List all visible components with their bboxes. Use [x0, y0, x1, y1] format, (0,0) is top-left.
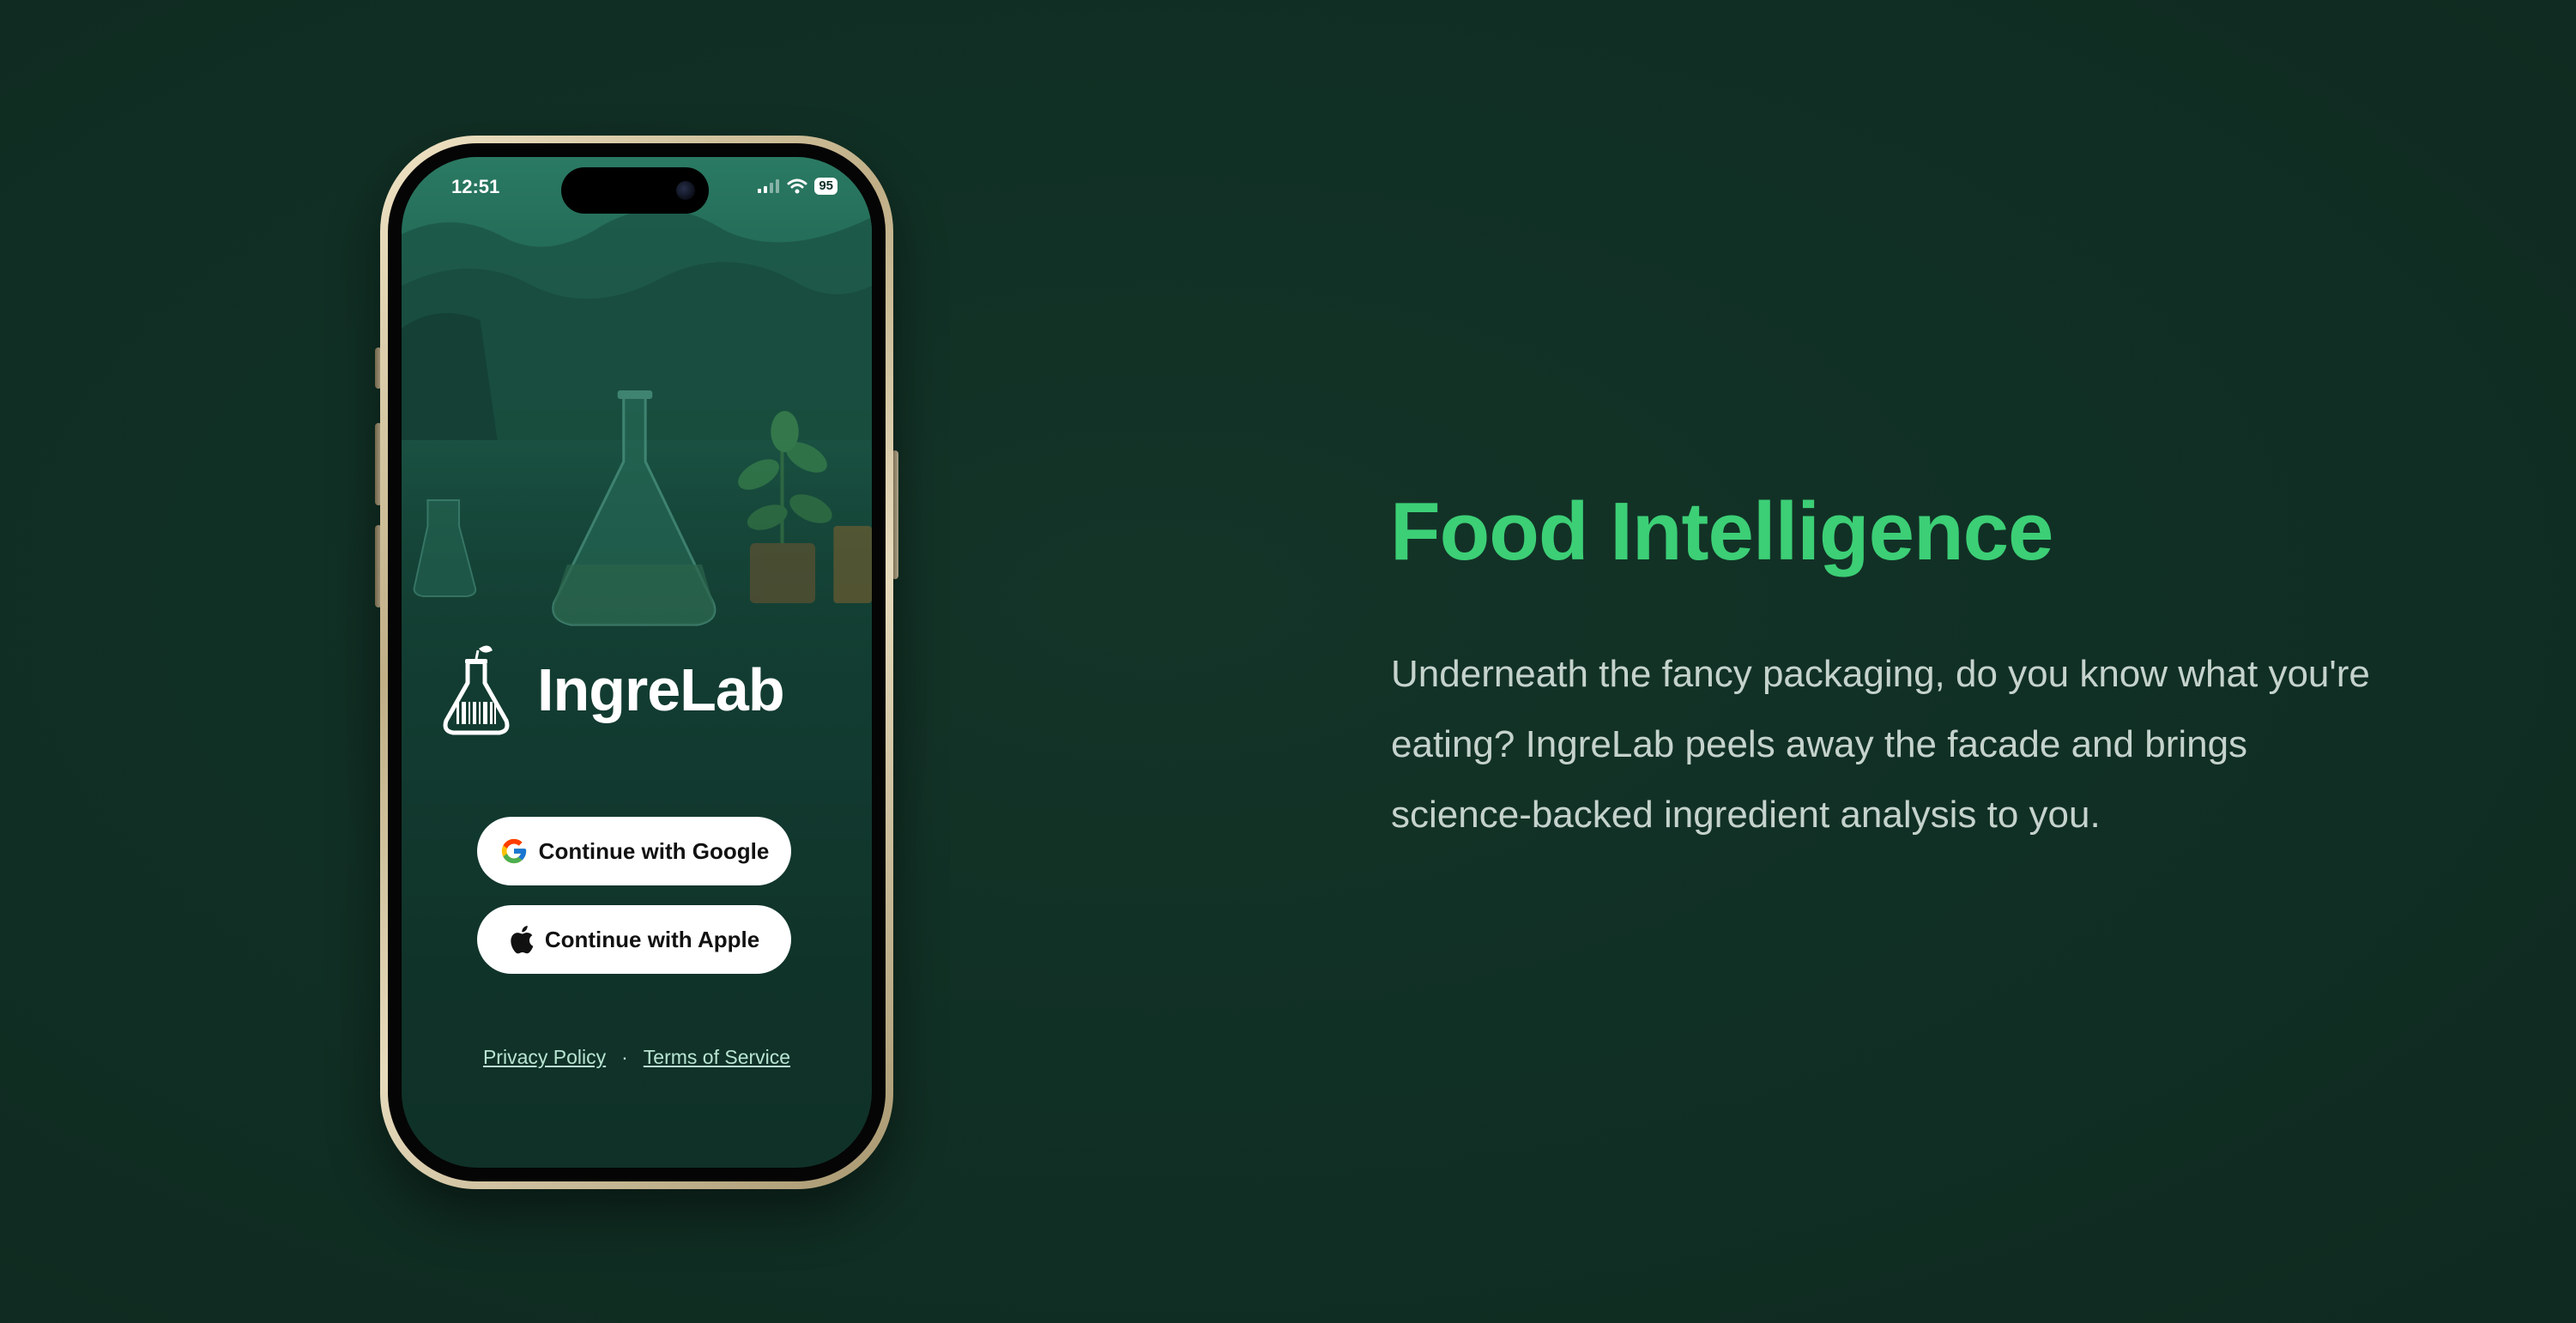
google-button-label: Continue with Google — [538, 837, 770, 864]
signal-icon — [758, 179, 780, 193]
link-separator: · — [621, 1046, 628, 1068]
continue-with-apple-button[interactable]: Continue with Apple — [477, 905, 791, 974]
background-illustration — [402, 157, 872, 689]
continue-with-google-button[interactable]: Continue with Google — [477, 817, 791, 885]
terms-of-service-link[interactable]: Terms of Service — [644, 1046, 790, 1069]
app-logo: IngreLab — [439, 642, 785, 738]
privacy-policy-link[interactable]: Privacy Policy — [483, 1046, 606, 1069]
app-name: IngreLab — [537, 656, 785, 723]
hero-description: Underneath the fancy packaging, do you k… — [1391, 653, 2370, 836]
hero-title: Food Intelligence — [1390, 486, 2053, 577]
phone-bezel: 12:51 95 IngreLab Continue with Google C… — [388, 143, 886, 1181]
legal-links: Privacy Policy · Terms of Service — [402, 1046, 872, 1069]
wifi-icon — [787, 178, 807, 194]
flask-barcode-logo-icon — [443, 645, 510, 735]
status-icons: 95 — [758, 178, 838, 195]
battery-indicator: 95 — [814, 178, 838, 195]
google-icon — [501, 838, 526, 864]
status-time: 12:51 — [451, 176, 500, 197]
phone-frame: 12:51 95 IngreLab Continue with Google C… — [380, 136, 893, 1189]
apple-icon — [511, 926, 534, 954]
app-screen: 12:51 95 IngreLab Continue with Google C… — [402, 157, 872, 1168]
dynamic-island — [561, 167, 709, 214]
camera-icon — [676, 181, 695, 200]
apple-button-label: Continue with Apple — [544, 926, 760, 952]
